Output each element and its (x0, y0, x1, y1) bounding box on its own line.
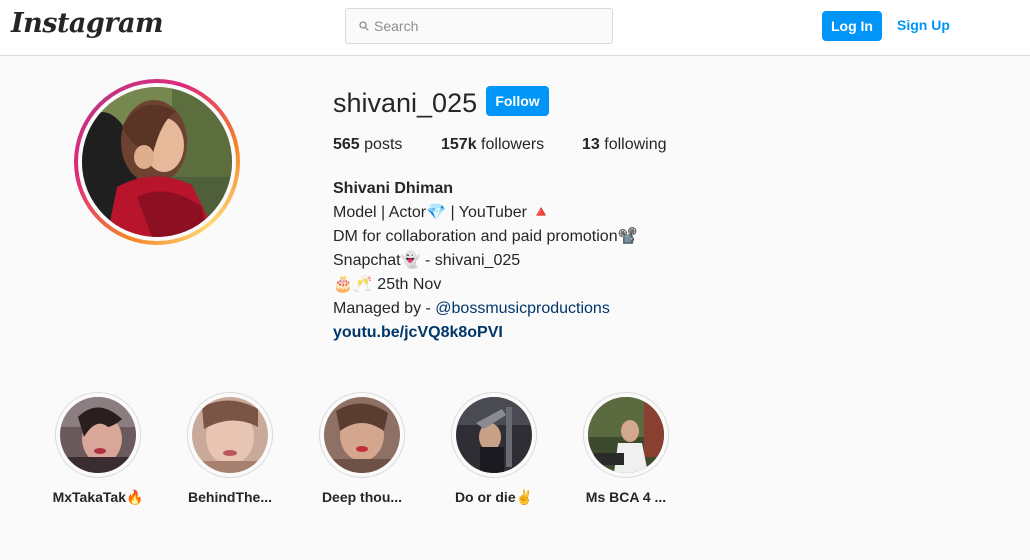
bio-line: Model | Actor💎 | YouTuber 🔺 (333, 204, 552, 221)
story-highlight[interactable]: Ms BCA 4 ... (583, 392, 669, 505)
highlight-cover (588, 397, 664, 473)
following-stat[interactable]: 13 following (582, 136, 667, 154)
followers-stat[interactable]: 157k followers (441, 136, 544, 154)
story-highlight[interactable]: MxTakaTak🔥 (53, 392, 143, 505)
highlight-cover (192, 397, 268, 473)
posts-stat: 565 posts (333, 136, 402, 154)
instagram-logo[interactable]: Instagram (11, 8, 164, 39)
highlight-cover (60, 397, 136, 473)
search-input[interactable] (374, 16, 604, 36)
login-button[interactable]: Log In (822, 11, 882, 41)
website-link[interactable]: youtu.be/jcVQ8k8oPVI (333, 321, 638, 345)
following-label: following (604, 136, 667, 153)
bio-managed-line: Managed by - @bossmusicproductions (333, 297, 638, 321)
top-navigation-bar: Instagram Log In Sign Up (0, 0, 1030, 56)
highlight-cover (324, 397, 400, 473)
follow-button[interactable]: Follow (486, 86, 549, 116)
bio-line: Snapchat👻 - shivani_025 (333, 252, 521, 269)
followers-label: followers (481, 136, 545, 153)
highlight-label: Ms BCA 4 ... (585, 489, 667, 505)
highlight-label: BehindThe... (188, 489, 272, 505)
story-highlight[interactable]: BehindThe... (187, 392, 273, 505)
profile-bio: Shivani Dhiman Model | Actor💎 | YouTuber… (333, 177, 638, 345)
highlight-cover (456, 397, 532, 473)
profile-username: shivani_025 (333, 88, 478, 118)
posts-label: posts (364, 136, 403, 153)
highlight-label: MxTakaTak🔥 (52, 489, 144, 505)
story-highlight[interactable]: Do or die✌ (451, 392, 537, 505)
profile-photo (82, 87, 232, 237)
signup-link[interactable]: Sign Up (897, 17, 950, 33)
following-count: 13 (582, 136, 600, 153)
search-icon (359, 21, 369, 31)
profile-avatar[interactable] (74, 79, 240, 245)
bio-line: DM for collaboration and paid promotion📽… (333, 228, 638, 245)
mention-link[interactable]: @bossmusicproductions (435, 300, 610, 317)
managed-by-text: Managed by - (333, 300, 436, 317)
highlight-label: Do or die✌ (454, 489, 534, 505)
story-highlight[interactable]: Deep thou... (319, 392, 405, 505)
followers-count: 157k (441, 136, 477, 153)
bio-line: 🎂🥂 25th Nov (333, 276, 442, 293)
highlight-label: Deep thou... (321, 489, 403, 505)
posts-count: 565 (333, 136, 360, 153)
search-box[interactable] (345, 8, 613, 44)
profile-full-name: Shivani Dhiman (333, 180, 454, 197)
